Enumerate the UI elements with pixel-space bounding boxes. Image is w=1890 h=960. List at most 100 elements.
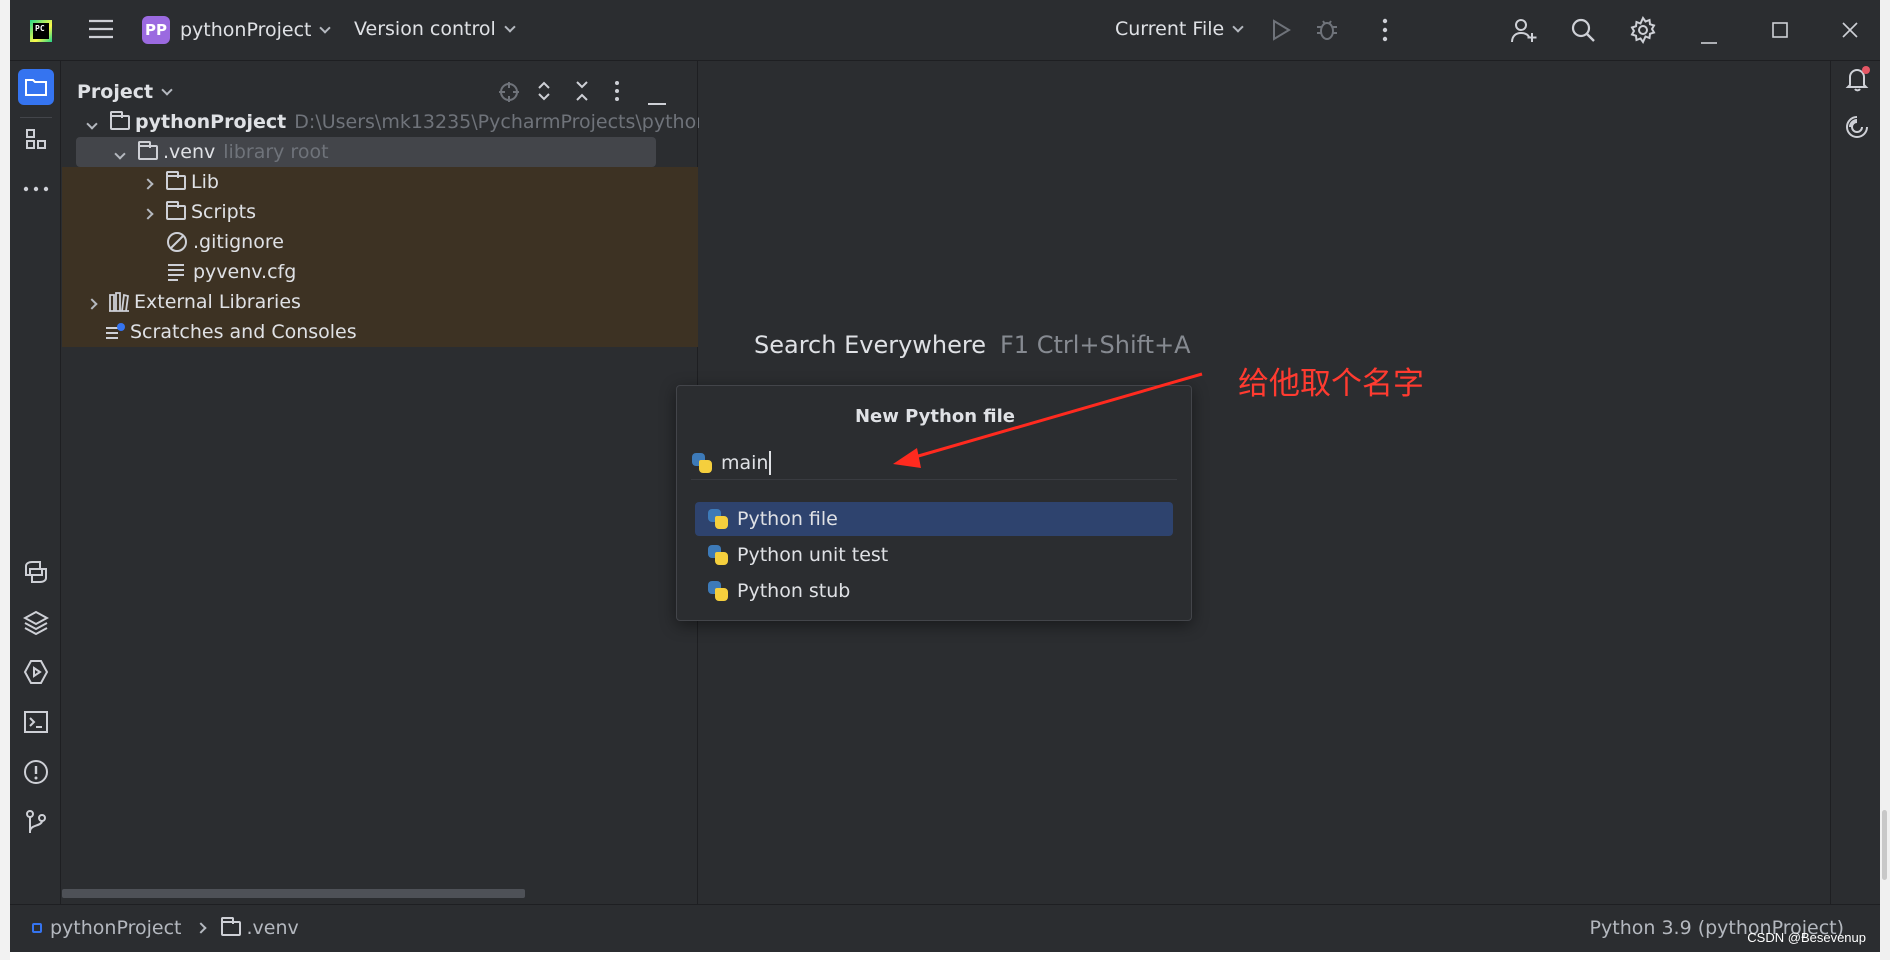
horizontal-scrollbar[interactable]	[62, 889, 525, 898]
title-bar: PC PP pythonProject Version control Curr…	[10, 0, 1880, 61]
pycharm-logo-icon: PC	[30, 20, 52, 42]
option-label: Python stub	[737, 580, 851, 602]
chevron-right-icon	[195, 922, 208, 934]
collapse-all-icon[interactable]	[574, 79, 590, 108]
library-root-hint: library root	[223, 141, 329, 163]
project-panel-title: Project	[77, 81, 154, 103]
text-caret	[769, 450, 772, 475]
structure-tool-button[interactable]	[18, 121, 54, 157]
chevron-right-icon[interactable]	[142, 178, 154, 190]
tree-node-root[interactable]: pythonProject D:\Users\mk13235\PycharmPr…	[80, 107, 727, 137]
ai-assistant-icon[interactable]	[1844, 114, 1870, 145]
ignored-file-icon	[167, 232, 187, 252]
option-python-file[interactable]: Python file	[695, 502, 1173, 536]
chevron-down-icon	[161, 83, 173, 96]
tree-node-gitignore[interactable]: .gitignore	[166, 227, 284, 257]
pyvenv-file-name: pyvenv.cfg	[193, 261, 297, 283]
locate-target-icon[interactable]	[498, 81, 520, 108]
more-actions-icon[interactable]	[1381, 18, 1389, 47]
project-switcher[interactable]: PP pythonProject	[142, 16, 332, 44]
gitignore-file-name: .gitignore	[193, 231, 284, 253]
vcs-menu[interactable]: Version control	[354, 18, 516, 40]
project-view-dropdown[interactable]: Project	[77, 81, 173, 103]
maximize-window-icon[interactable]	[1772, 21, 1788, 43]
search-everywhere-label: Search Everywhere	[754, 331, 986, 359]
tree-node-scratches[interactable]: Scratches and Consoles	[104, 317, 357, 347]
terminal-icon	[24, 711, 48, 733]
venv-folder-name: .venv	[163, 141, 216, 163]
python-console-button[interactable]	[18, 554, 54, 590]
run-config-selector[interactable]: Current File	[1115, 18, 1244, 40]
module-icon	[32, 923, 42, 933]
chevron-down-icon	[319, 21, 332, 34]
close-window-icon[interactable]	[1842, 21, 1858, 43]
root-folder-name: pythonProject	[135, 111, 287, 133]
version-control-button[interactable]	[18, 804, 54, 840]
search-everywhere-hint: Search Everywhere F1 Ctrl+Shift+A	[754, 331, 1191, 359]
breadcrumb-project[interactable]: pythonProject	[50, 917, 181, 939]
tree-node-scripts[interactable]: Scripts	[136, 197, 256, 227]
folder-icon	[221, 916, 242, 936]
scratches-label: Scratches and Consoles	[130, 321, 357, 343]
tree-node-external-libraries[interactable]: External Libraries	[80, 287, 301, 317]
new-python-file-dialog: New Python file main Python file Python …	[676, 385, 1192, 621]
option-label: Python file	[737, 508, 838, 530]
search-icon[interactable]	[1570, 17, 1596, 48]
folder-icon	[110, 110, 130, 130]
project-badge: PP	[142, 16, 170, 44]
python-file-icon	[707, 508, 729, 530]
problems-button[interactable]	[18, 754, 54, 790]
right-toolbar	[1830, 61, 1880, 904]
option-python-stub[interactable]: Python stub	[695, 574, 1173, 608]
project-tool-window: Project pythonProject D:\Users\mk13235\P…	[62, 61, 727, 904]
add-user-icon[interactable]	[1510, 16, 1538, 49]
breadcrumb-folder[interactable]: .venv	[246, 917, 298, 939]
desktop-left-edge	[0, 0, 10, 960]
services-icon	[23, 660, 49, 684]
chevron-right-icon[interactable]	[142, 208, 154, 220]
folder-icon	[166, 200, 186, 220]
python-packages-button[interactable]	[18, 604, 54, 640]
python-console-icon	[25, 561, 47, 583]
git-branch-icon	[26, 810, 46, 833]
chevron-down-icon	[1232, 20, 1244, 33]
vcs-label: Version control	[354, 18, 496, 40]
outer-scrollbar[interactable]	[1880, 0, 1890, 960]
text-file-icon	[168, 264, 184, 281]
chevron-down-icon	[504, 20, 516, 33]
tree-node-venv[interactable]: .venv library root	[108, 137, 329, 167]
services-button[interactable]	[18, 654, 54, 690]
folder-icon	[166, 170, 186, 190]
more-horizontal-icon	[23, 186, 49, 192]
notifications-bell-icon[interactable]	[1844, 65, 1872, 98]
external-libraries-label: External Libraries	[134, 291, 301, 313]
annotation-text: 给他取个名字	[1238, 366, 1424, 402]
tree-node-lib[interactable]: Lib	[136, 167, 219, 197]
problems-icon	[24, 760, 48, 784]
tree-node-pyvenv[interactable]: pyvenv.cfg	[166, 257, 296, 287]
search-everywhere-shortcut: F1 Ctrl+Shift+A	[1000, 331, 1191, 359]
settings-gear-icon[interactable]	[1629, 16, 1657, 49]
run-icon[interactable]	[1270, 18, 1292, 47]
folder-icon	[25, 79, 47, 96]
terminal-button[interactable]	[18, 704, 54, 740]
left-toolbar	[10, 61, 61, 904]
main-menu-icon[interactable]	[88, 18, 114, 40]
options-icon[interactable]	[613, 79, 621, 108]
watermark: CSDN @Besevenup	[1747, 930, 1866, 945]
lib-folder-name: Lib	[191, 171, 219, 193]
more-tools-button[interactable]	[18, 171, 54, 207]
chevron-down-icon[interactable]	[86, 118, 98, 130]
chevron-down-icon[interactable]	[114, 148, 126, 160]
debug-icon[interactable]	[1315, 17, 1339, 48]
logo-text: PC	[35, 24, 45, 33]
option-label: Python unit test	[737, 544, 889, 566]
expand-all-icon[interactable]	[536, 79, 552, 108]
scratches-icon	[106, 323, 125, 339]
file-name-input[interactable]: main	[691, 446, 1177, 480]
option-python-unit-test[interactable]: Python unit test	[695, 538, 1173, 572]
minimize-window-icon[interactable]	[1700, 28, 1718, 50]
chevron-right-icon[interactable]	[86, 298, 98, 310]
project-tool-button[interactable]	[18, 69, 54, 105]
outer-scroll-thumb[interactable]	[1882, 810, 1887, 880]
